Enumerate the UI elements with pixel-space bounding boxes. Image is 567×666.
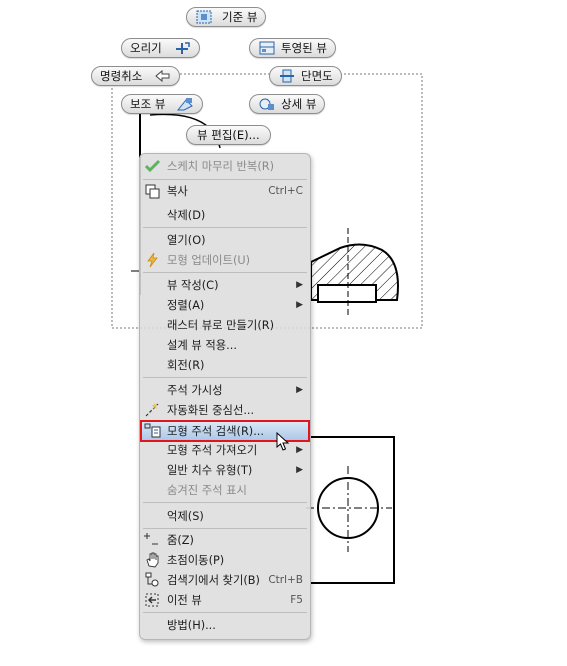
menu-separator [143,179,307,180]
annotation-search-icon [144,423,161,439]
projected-view-icon [258,40,276,56]
menu-item-general-dimension-type[interactable]: 일반 치수 유형(T) ▶ [141,460,309,480]
submenu-arrow-icon: ▶ [296,385,303,395]
undo-button[interactable]: 명령취소 [91,66,181,86]
context-menu: 스케치 마무리 반복(R) 복사 Ctrl+C 삭제(D) 열기(O) 모형 업… [139,153,311,640]
slot-rect [317,284,377,303]
undo-arrow-icon [153,68,171,84]
submenu-arrow-icon: ▶ [296,445,303,455]
menu-item-copy[interactable]: 복사 Ctrl+C [141,181,309,201]
section-view-button[interactable]: 단면도 [269,66,342,86]
menu-separator [143,612,307,613]
menu-item-apply-design-view[interactable]: 설계 뷰 적용... [141,335,309,355]
menu-item-previous-view[interactable]: 이전 뷰 F5 [141,590,309,610]
submenu-arrow-icon: ▶ [296,300,303,310]
submenu-arrow-icon: ▶ [296,280,303,290]
menu-item-make-raster-view[interactable]: 래스터 뷰로 만들기(R) [141,315,309,335]
auxiliary-view-button[interactable]: 보조 뷰 [121,94,204,114]
menu-separator [143,502,307,503]
section-view-icon [278,68,296,84]
menu-separator [143,528,307,529]
previous-view-icon [144,592,161,608]
lightning-icon [144,252,161,268]
menu-item-zoom[interactable]: 줌(Z) [141,530,309,550]
centerline-icon [144,402,161,418]
base-view-button[interactable]: 기준 뷰 [186,7,267,27]
menu-item-how-to[interactable]: 방법(H)... [141,615,309,635]
pan-hand-icon [144,552,161,568]
menu-item-show-hidden-annotations[interactable]: 숨겨진 주석 표시 [141,480,309,500]
find-in-browser-icon [144,572,161,588]
detail-view-icon [258,96,276,112]
auxiliary-view-icon [176,96,194,112]
zoom-icon [144,532,161,548]
menu-item-delete[interactable]: 삭제(D) [141,205,309,225]
menu-item-automated-centerlines[interactable]: 자동화된 중심선... [141,400,309,420]
detail-view-button[interactable]: 상세 뷰 [249,94,326,114]
menu-item-annotation-visibility[interactable]: 주석 가시성 ▶ [141,380,309,400]
menu-item-open[interactable]: 열기(O) [141,230,309,250]
checkmark-icon [144,158,161,174]
menu-item-align[interactable]: 정렬(A) ▶ [141,295,309,315]
menu-item-create-view[interactable]: 뷰 작성(C) ▶ [141,275,309,295]
menu-separator [143,227,307,228]
menu-item-suppress[interactable]: 억제(S) [141,506,309,526]
menu-item-rotate[interactable]: 회전(R) [141,355,309,375]
menu-item-repeat-finish-sketch[interactable]: 스케치 마무리 반복(R) [141,156,309,176]
menu-separator [143,272,307,273]
extrude-button[interactable]: 오리기 [121,38,200,58]
mouse-pointer-icon [276,432,290,451]
submenu-arrow-icon: ▶ [296,465,303,475]
front-view-outline [311,436,395,584]
projected-view-button[interactable]: 투영된 뷰 [249,38,336,58]
edit-view-button[interactable]: 뷰 편집(E)... [186,125,271,145]
menu-separator [143,377,307,378]
extrude-icon [173,40,191,56]
menu-item-find-in-browser[interactable]: 검색기에서 찾기(B) Ctrl+B [141,570,309,590]
base-view-icon [195,9,213,25]
menu-item-update-model[interactable]: 모형 업데이트(U) [141,250,309,270]
copy-icon [144,183,161,199]
menu-item-pan[interactable]: 초점이동(P) [141,550,309,570]
